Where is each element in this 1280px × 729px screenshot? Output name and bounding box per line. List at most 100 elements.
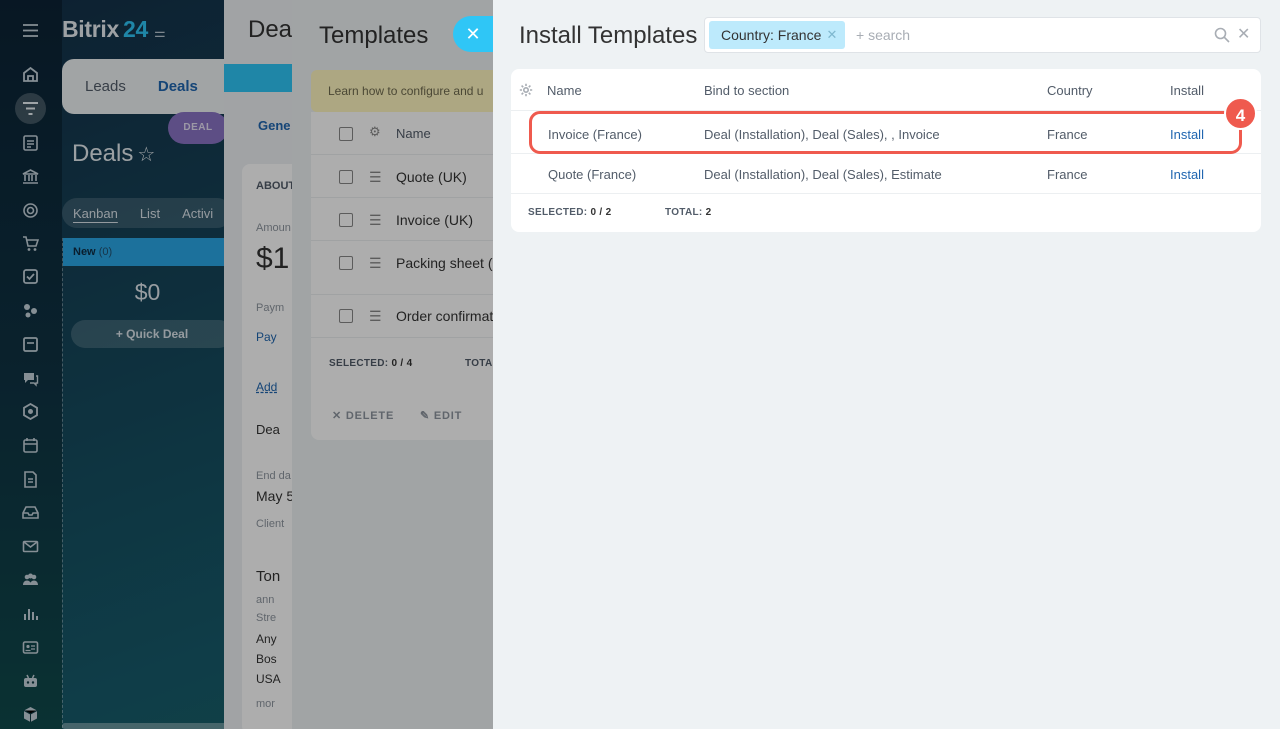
column-name[interactable]: Name	[547, 83, 582, 98]
delete-button[interactable]: ✕ DELETE	[332, 409, 394, 422]
table-row[interactable]: Quote (France) Deal (Installation), Deal…	[511, 154, 1261, 194]
install-title: Install Templates	[519, 22, 698, 49]
tab-activities[interactable]: Activi	[182, 206, 213, 221]
deal-text: Dea	[256, 422, 280, 437]
column-country[interactable]: Country	[1047, 83, 1093, 98]
payment-label: Paym	[256, 302, 285, 314]
column-bind-section[interactable]: Bind to section	[704, 83, 789, 98]
templates-title: Templates	[319, 22, 429, 49]
drag-handle-icon[interactable]: ☰	[369, 309, 382, 323]
row-checkbox[interactable]	[339, 213, 353, 227]
end-date-label: End da	[256, 470, 291, 482]
template-section: Deal (Installation), Deal (Sales), Estim…	[704, 167, 942, 182]
clear-icon[interactable]: ✕	[1237, 27, 1253, 43]
robot-icon[interactable]	[22, 672, 39, 689]
box-icon[interactable]	[22, 706, 39, 723]
install-link[interactable]: Install	[1170, 167, 1204, 182]
deal-pill[interactable]: DEAL	[168, 112, 228, 144]
star-icon[interactable]: ☆	[137, 144, 155, 166]
template-name[interactable]: Invoice (UK)	[396, 212, 473, 228]
users-icon[interactable]	[22, 571, 39, 588]
edit-button[interactable]: ✎ EDIT	[420, 409, 462, 422]
template-name[interactable]: Quote (UK)	[396, 169, 467, 185]
templates-header-row: ⚙ Name	[311, 112, 522, 155]
menu-icon[interactable]	[22, 22, 39, 39]
cart-icon[interactable]	[22, 235, 39, 252]
drag-handle-icon[interactable]: ☰	[369, 170, 382, 184]
kanban-stage-header[interactable]: New (0)	[63, 238, 232, 266]
page-title: Deals ☆	[72, 140, 156, 167]
quick-deal-button[interactable]: + Quick Deal	[71, 320, 233, 348]
tab-list[interactable]: List	[140, 206, 160, 221]
gear-icon[interactable]	[519, 83, 533, 97]
drag-handle-icon[interactable]: ☰	[369, 256, 382, 270]
install-link[interactable]: Install	[1170, 127, 1204, 142]
contact-line[interactable]: Bos	[256, 652, 277, 666]
gear-icon[interactable]: ⚙	[369, 125, 381, 138]
kanban-column: New (0) $0 + Quick Deal	[62, 238, 233, 728]
grid-header-row: Name Bind to section Country Install	[511, 69, 1261, 111]
target-icon[interactable]	[22, 202, 39, 219]
row-checkbox[interactable]	[339, 256, 353, 270]
templates-hint[interactable]: Learn how to configure and u	[311, 70, 522, 112]
install-templates-grid: Name Bind to section Country Install Inv…	[511, 69, 1261, 232]
tab-general[interactable]: Gene	[258, 118, 291, 133]
book-icon[interactable]	[22, 336, 39, 353]
tab-kanban[interactable]: Kanban	[73, 206, 118, 221]
deal-title: Dea	[248, 16, 293, 43]
mail-icon[interactable]	[22, 538, 39, 555]
table-row[interactable]: ☰ Order confirmat	[311, 295, 522, 338]
bank-icon[interactable]	[22, 168, 39, 185]
contact-name[interactable]: Ton	[256, 568, 280, 585]
select-all-checkbox[interactable]	[339, 127, 353, 141]
column-name: Name	[396, 126, 431, 141]
horizontal-scrollbar[interactable]	[62, 723, 232, 729]
end-date-value[interactable]: May 5	[256, 488, 294, 504]
chip-remove-icon[interactable]: ✕	[826, 21, 837, 49]
checkbox-icon[interactable]	[22, 268, 39, 285]
add-link[interactable]: Add	[256, 380, 277, 394]
contact-line: ann	[256, 594, 275, 606]
step-badge: 4	[1224, 97, 1257, 130]
contact-card-icon[interactable]	[22, 639, 39, 656]
client-label: Client	[256, 518, 285, 530]
clipboard-icon[interactable]	[22, 134, 39, 151]
install-templates-panel: Install Templates Country: France ✕ + sea…	[493, 0, 1280, 729]
more-link[interactable]: mor	[256, 698, 275, 710]
funnel-icon[interactable]	[15, 93, 46, 124]
templates-total-count: TOTA	[465, 358, 493, 369]
template-country: France	[1047, 167, 1088, 182]
table-row[interactable]: ☰ Packing sheet (U	[311, 241, 522, 295]
about-heading: ABOUT	[256, 180, 296, 192]
table-row[interactable]: ☰ Invoice (UK)	[311, 198, 522, 241]
template-name[interactable]: Order confirmat	[396, 308, 493, 324]
table-row[interactable]: ☰ Quote (UK)	[311, 155, 522, 198]
crm-icon[interactable]	[22, 302, 39, 319]
search-input[interactable]: + search	[856, 27, 910, 43]
table-row[interactable]: Invoice (France) Deal (Installation), De…	[511, 114, 1261, 154]
column-install[interactable]: Install	[1170, 83, 1204, 98]
filter-search-bar[interactable]: Country: France ✕ + search ✕	[704, 17, 1261, 53]
chart-icon[interactable]	[22, 605, 39, 622]
calendar-icon[interactable]	[22, 437, 39, 454]
tab-deals[interactable]: Deals	[158, 78, 198, 95]
payment-link[interactable]: Pay	[256, 330, 277, 344]
drag-handle-icon[interactable]: ☰	[369, 213, 382, 227]
templates-panel: Templates Learn how to configure and u ⚙…	[292, 0, 522, 729]
chat-icon[interactable]	[22, 370, 39, 387]
template-name: Quote (France)	[548, 167, 637, 182]
search-icon[interactable]	[1214, 27, 1230, 43]
close-slider-button[interactable]: ✕	[453, 16, 493, 52]
hexagon-icon[interactable]	[22, 403, 39, 420]
document-icon[interactable]	[22, 471, 39, 488]
home-icon[interactable]	[22, 66, 39, 83]
row-checkbox[interactable]	[339, 170, 353, 184]
filter-chip-country[interactable]: Country: France ✕	[709, 21, 846, 49]
contact-line[interactable]: Any	[256, 632, 277, 646]
row-checkbox[interactable]	[339, 309, 353, 323]
tab-leads[interactable]: Leads	[85, 78, 126, 95]
contact-line[interactable]: USA	[256, 672, 281, 686]
template-name[interactable]: Packing sheet (U	[396, 255, 503, 271]
selected-count: SELECTED: 0 / 2	[528, 207, 612, 218]
inbox-icon[interactable]	[22, 504, 39, 521]
